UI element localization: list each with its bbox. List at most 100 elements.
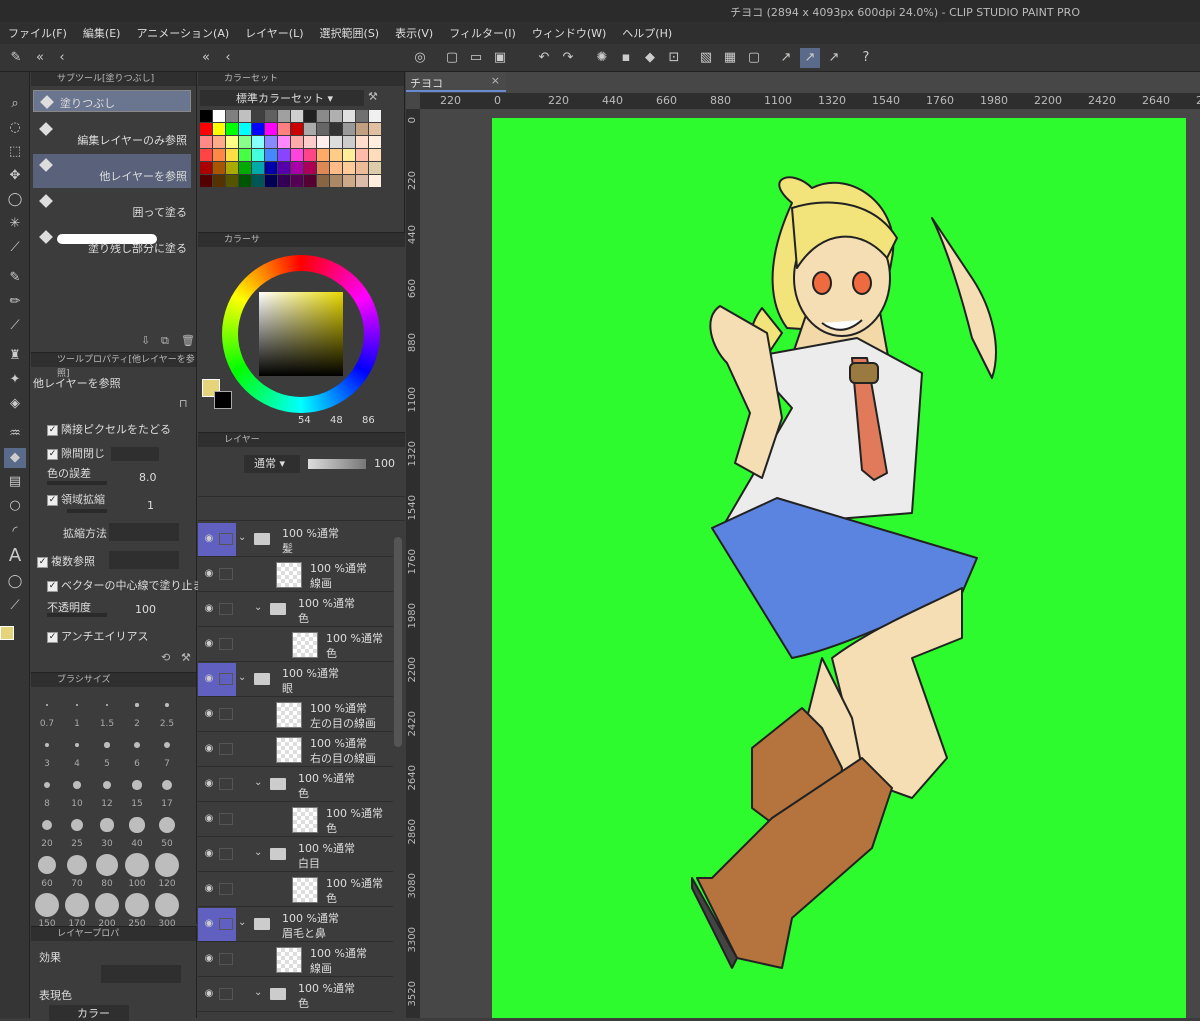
effect-buttons[interactable] bbox=[101, 965, 181, 983]
open-folder-icon[interactable]: ▭ bbox=[466, 48, 486, 68]
brush-size-preset[interactable] bbox=[43, 781, 51, 789]
eye-icon[interactable]: ◉ bbox=[201, 638, 217, 650]
delete-icon[interactable]: 🗑 bbox=[181, 334, 195, 347]
eye-icon[interactable]: ◉ bbox=[201, 743, 217, 755]
color-swatch[interactable] bbox=[213, 136, 225, 148]
fill-icon[interactable]: ◆ bbox=[640, 48, 660, 68]
canvas-artwork[interactable] bbox=[492, 118, 1186, 1018]
color-swatch[interactable] bbox=[356, 110, 368, 122]
color-swatch[interactable] bbox=[317, 149, 329, 161]
save-icon[interactable]: ▣ bbox=[490, 48, 510, 68]
brush-size-preset[interactable] bbox=[65, 893, 89, 917]
menu-item[interactable]: レイヤー(L) bbox=[237, 25, 311, 41]
eye-icon[interactable]: ◉ bbox=[201, 988, 217, 1000]
layer-row[interactable]: ◉ ⌄ 100 %通常色 bbox=[198, 978, 393, 1012]
color-swatch[interactable] bbox=[252, 136, 264, 148]
color-swatch[interactable] bbox=[343, 110, 355, 122]
lock-toggle-icon[interactable] bbox=[219, 988, 233, 1000]
clear-icon[interactable]: ▪ bbox=[616, 48, 636, 68]
brush-size-preset[interactable] bbox=[134, 742, 140, 748]
color-swatch[interactable] bbox=[278, 175, 290, 187]
transform-icon[interactable]: ⊡ bbox=[664, 48, 684, 68]
color-swatch[interactable] bbox=[330, 175, 342, 187]
lock-toggle-icon[interactable] bbox=[219, 813, 233, 825]
color-swatch[interactable] bbox=[330, 162, 342, 174]
layer-row[interactable]: ◉ 100 %通常 右の目の線画 bbox=[198, 733, 393, 767]
color-swatch[interactable] bbox=[291, 162, 303, 174]
pen-tool-icon[interactable]: ✎ bbox=[4, 268, 26, 288]
lock-toggle-icon[interactable] bbox=[219, 883, 233, 895]
layer-row[interactable]: ◉ ⌄ 100 %通常色 bbox=[198, 593, 393, 627]
eye-icon[interactable]: ◉ bbox=[201, 848, 217, 860]
color-swatch[interactable] bbox=[356, 136, 368, 148]
color-swatch[interactable] bbox=[226, 175, 238, 187]
layer-row[interactable]: ◉ 100 %通常 線画 bbox=[198, 943, 393, 977]
brush-size-preset[interactable] bbox=[71, 819, 83, 831]
menu-item[interactable]: アニメーション(A) bbox=[128, 25, 237, 41]
brush-size-preset[interactable] bbox=[73, 781, 81, 789]
color-swatch[interactable] bbox=[291, 110, 303, 122]
color-swatch[interactable] bbox=[356, 175, 368, 187]
color-swatch[interactable] bbox=[330, 149, 342, 161]
collapse-left-icon[interactable]: « bbox=[30, 48, 50, 68]
layer-row[interactable]: ◉ ⌄ 100 %通常髪 bbox=[198, 523, 393, 557]
subtool-item[interactable]: 囲って塗る bbox=[33, 190, 191, 224]
operation-icon[interactable]: ◌ bbox=[4, 118, 26, 138]
lock-toggle-icon[interactable] bbox=[219, 848, 233, 860]
brush-size-preset[interactable] bbox=[74, 742, 80, 748]
color-swatch[interactable] bbox=[200, 175, 212, 187]
color-swatch[interactable] bbox=[317, 175, 329, 187]
chevron-down-icon[interactable]: ⌄ bbox=[238, 532, 246, 543]
color-swatch[interactable] bbox=[200, 136, 212, 148]
sub-color-swatch[interactable] bbox=[214, 391, 232, 409]
settings-icon[interactable]: ⚒ bbox=[368, 90, 378, 103]
eye-icon[interactable]: ◉ bbox=[201, 813, 217, 825]
menu-item[interactable]: 編集(E) bbox=[75, 25, 129, 41]
new-file-icon[interactable]: ▢ bbox=[442, 48, 462, 68]
brush-icon[interactable]: ⟋ bbox=[4, 316, 26, 336]
layer-row[interactable]: ◉ 100 %通常 左の目の線画 bbox=[198, 698, 393, 732]
brush-size-preset[interactable] bbox=[165, 703, 169, 707]
brush-size-preset[interactable] bbox=[41, 819, 53, 831]
layer-row[interactable]: ◉ 100 %通常色 bbox=[198, 873, 393, 907]
lock-toggle-icon[interactable] bbox=[219, 708, 233, 720]
menu-item[interactable]: ヘルプ(H) bbox=[614, 25, 680, 41]
lock-toggle-icon[interactable] bbox=[219, 953, 233, 965]
color-swatch[interactable] bbox=[291, 175, 303, 187]
brush-size-preset[interactable] bbox=[163, 741, 171, 749]
correct-line-icon[interactable]: ⟋ bbox=[4, 596, 26, 616]
color-swatch[interactable] bbox=[200, 162, 212, 174]
color-swatch[interactable] bbox=[239, 110, 251, 122]
decoration-icon[interactable]: ✦ bbox=[4, 370, 26, 390]
eye-icon[interactable]: ◉ bbox=[201, 953, 217, 965]
menu-item[interactable]: フィルター(I) bbox=[441, 25, 524, 41]
adjacent-pixel-option[interactable]: ✓ 隣接ピクセルをたどる bbox=[47, 421, 171, 437]
eye-icon[interactable]: ◉ bbox=[201, 778, 217, 790]
multi-ref-select[interactable] bbox=[109, 551, 179, 569]
subtool-item[interactable]: 他レイヤーを参照 bbox=[33, 154, 191, 188]
brush-size-preset[interactable] bbox=[45, 703, 48, 706]
new-subtool-icon[interactable]: ⇩ bbox=[141, 334, 150, 347]
color-swatch[interactable] bbox=[356, 162, 368, 174]
object-select-icon[interactable]: ⬚ bbox=[4, 142, 26, 162]
tolerance-slider[interactable] bbox=[47, 481, 107, 485]
color-set-select[interactable]: 標準カラーセット ▾ bbox=[200, 90, 364, 106]
copy-subtool-icon[interactable]: ⧉ bbox=[161, 334, 169, 348]
color-swatch[interactable] bbox=[343, 175, 355, 187]
stabilizer-icon[interactable]: ↗ bbox=[776, 48, 796, 68]
layer-row[interactable]: ◉ 100 %通常色 bbox=[198, 628, 393, 662]
brush-size-preset[interactable] bbox=[66, 854, 88, 876]
color-swatch[interactable] bbox=[200, 149, 212, 161]
brush-size-preset[interactable] bbox=[96, 854, 118, 876]
color-swatch[interactable] bbox=[304, 110, 316, 122]
redo-icon[interactable]: ↷ bbox=[558, 48, 578, 68]
color-swatch[interactable] bbox=[304, 149, 316, 161]
lock-toggle-icon[interactable] bbox=[219, 603, 233, 615]
smoothing-icon[interactable]: ↗ bbox=[824, 48, 844, 68]
color-swatch[interactable] bbox=[252, 175, 264, 187]
layer-row[interactable]: ◉ 100 %通常色 bbox=[198, 803, 393, 837]
menu-item[interactable]: ファイル(F) bbox=[0, 25, 75, 41]
color-swatch[interactable] bbox=[304, 136, 316, 148]
color-swatch[interactable] bbox=[291, 149, 303, 161]
chevron-down-icon[interactable]: ⌄ bbox=[254, 777, 262, 788]
